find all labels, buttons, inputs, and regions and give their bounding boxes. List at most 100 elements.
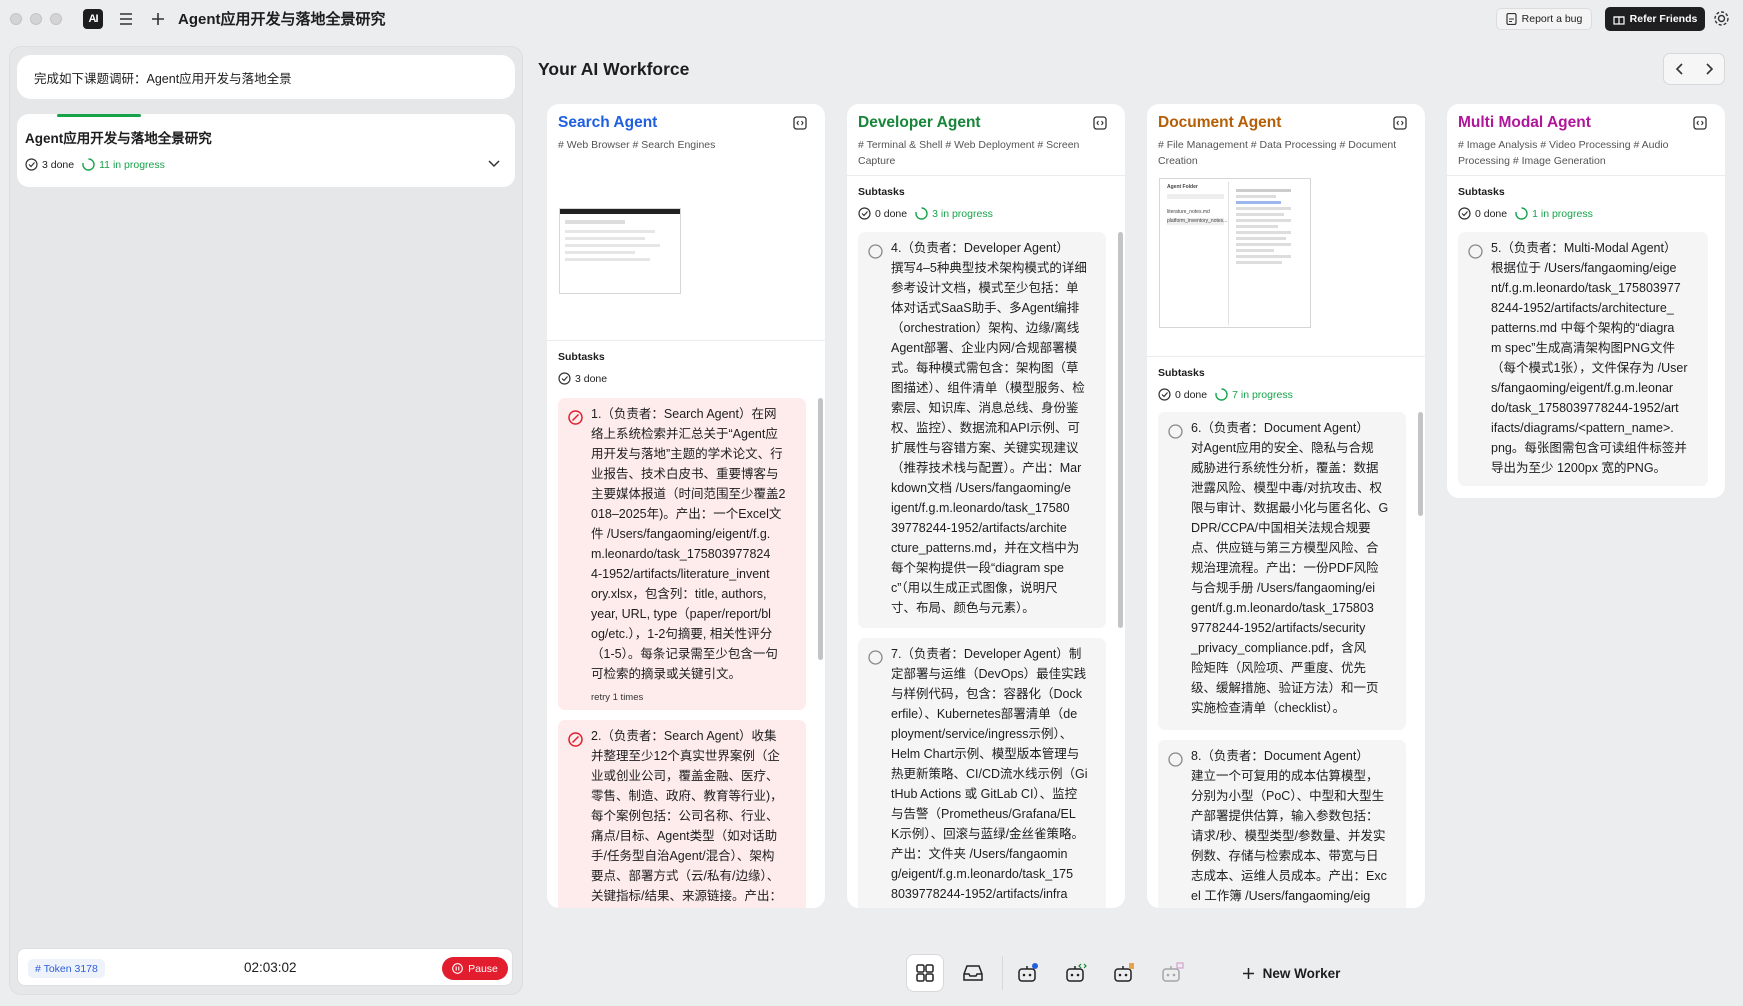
pause-button[interactable]: Pause — [442, 957, 508, 980]
divider — [847, 175, 1125, 176]
task-card[interactable]: 8.（负责者：Document Agent） 建立一个可复用的成本估算模型， 分别为… — [1158, 740, 1406, 908]
text-line: 例数、存储与检索成本、带宽与日 — [1191, 849, 1379, 863]
text-line: 险矩阵（风险项、严重度、优先 — [1191, 661, 1367, 675]
done-check-icon — [1458, 207, 1471, 220]
text-line: tHub Actions 或 GitLab CI）、监控 — [891, 787, 1078, 801]
done-check-icon — [25, 158, 38, 171]
progress-accent — [57, 114, 141, 117]
text-line: 与告警（Prometheus/Grafana/EL — [891, 807, 1076, 821]
task-card[interactable]: 1.（负责者：Search Agent）在网 络上系统检索并汇总关于“Agent应… — [558, 398, 806, 710]
text-line: patterns.md 中每个架构的“diagra — [1491, 321, 1675, 335]
subtasks-label: Subtasks — [858, 186, 905, 198]
workforce-title: Your AI Workforce — [538, 59, 690, 79]
report-bug-button[interactable]: Report a bug — [1496, 8, 1592, 30]
workforce-nav — [1663, 53, 1725, 85]
refer-friends-button[interactable]: Refer Friends — [1605, 7, 1705, 31]
text-line: nt/f.g.m.leonardo/task_175803977 — [1491, 281, 1681, 295]
scrollbar[interactable] — [1118, 232, 1123, 628]
text-line: g/eigent/f.g.m.leonardo/task_175 — [891, 867, 1074, 881]
subtasks-status: 3 done — [558, 372, 607, 385]
developer-agent-dock-button[interactable] — [1057, 954, 1095, 992]
chevron-down-icon[interactable] — [488, 160, 500, 168]
file-preview-thumbnail[interactable]: Agent Folder literature_notes.md platfor… — [1159, 178, 1311, 328]
scrollbar[interactable] — [818, 398, 823, 660]
divider — [1447, 175, 1725, 176]
done-count: 0 done — [875, 207, 908, 220]
agent-name: Document Agent — [1158, 114, 1282, 131]
text-line: 导出为至少 1200px 宽的PNG。 — [1491, 461, 1667, 475]
text-line: Processing # Image Generation — [1458, 155, 1606, 167]
agent-column-developer: Developer Agent # Terminal & Shell # Web… — [847, 104, 1125, 908]
menu-icon[interactable] — [117, 10, 135, 28]
text-line: el 工作簿 /Users/fangaoming/eig — [1191, 889, 1371, 903]
bug-report-icon — [1506, 13, 1517, 25]
subtasks-label: Subtasks — [1458, 186, 1505, 198]
settings-gear-icon[interactable] — [1713, 10, 1730, 27]
subtasks-label: Subtasks — [1158, 367, 1205, 379]
in-progress-count: 11 in progress — [99, 158, 165, 171]
in-progress-spinner-icon — [82, 158, 95, 171]
agent-log-icon[interactable] — [1093, 116, 1107, 130]
failed-status-icon — [568, 732, 583, 747]
chevron-left-icon[interactable] — [1675, 63, 1684, 75]
text-line: 撰写4–5种典型技术架构模式的详细 — [891, 261, 1087, 275]
document-agent-dock-button[interactable] — [1105, 954, 1143, 992]
done-count: 0 done — [1475, 207, 1508, 220]
minimize-window-button[interactable] — [30, 12, 42, 25]
task-card[interactable]: 5.（负责者：Multi-Modal Agent） 根据位于 /Users/fan… — [1458, 232, 1708, 486]
text-line: 建立一个可复用的成本估算模型， — [1191, 769, 1379, 783]
search-agent-dock-button[interactable] — [1009, 954, 1047, 992]
text-line: # Terminal & Shell # Web Deployment # Sc… — [858, 139, 1080, 151]
subtasks-status: 0 done 7 in progress — [1158, 388, 1293, 401]
chevron-right-icon[interactable] — [1705, 63, 1714, 75]
text-line: 1.（负责者：Search Agent）在网 — [591, 407, 777, 421]
project-summary-card[interactable]: Agent应用开发与落地全景研究 3 done 11 in progress — [17, 114, 515, 187]
text-line: c”（用以生成正式图像，说明尺 — [891, 581, 1058, 595]
plus-icon — [1242, 967, 1254, 979]
text-line: 手/任务型自治Agent/混合）、架构 — [591, 849, 775, 863]
close-window-button[interactable] — [10, 12, 22, 25]
task-card[interactable]: 4.（负责者：Developer Agent） 撰写4–5种典型技术架构模式的详细… — [858, 232, 1106, 628]
agent-log-icon[interactable] — [793, 116, 807, 130]
text-line: Creation — [1158, 155, 1198, 167]
new-task-plus-icon[interactable] — [149, 10, 167, 28]
task-card[interactable]: 7.（负责者：Developer Agent）制 定部署与运维（DevOps）最佳… — [858, 638, 1106, 908]
task-text: 2.（负责者：Search Agent）收集 并整理至少12个真实世界案例（企 业或… — [591, 726, 783, 906]
text-line: kdown文档 /Users/fangaoming/e — [891, 481, 1071, 495]
text-line: 威胁进行系统性分析，覆盖：数据 — [1191, 461, 1379, 475]
text-line: 规治理流程。产出：一份PDF风险 — [1191, 561, 1379, 575]
text-line: 018–2025年)。产出：一个Excel文 — [591, 507, 782, 521]
text-line: 权、监控）、数据流和API示例、可 — [891, 421, 1080, 435]
agent-tags: # Terminal & Shell # Web Deployment # Sc… — [858, 137, 1079, 169]
new-worker-button[interactable]: New Worker — [1230, 953, 1352, 993]
text-line: 7.（负责者：Developer Agent）制 — [891, 647, 1082, 661]
text-line: 请求/秒、模型类型/参数量、并发实 — [1191, 829, 1386, 843]
dock-divider — [1002, 956, 1003, 990]
task-card[interactable]: 6.（负责者：Document Agent） 对Agent应用的安全、隐私与合规威… — [1158, 412, 1406, 730]
project-title: Agent应用开发与落地全景研究 — [25, 131, 212, 146]
text-line: 用开发与落地”主题的学术论文、行 — [591, 447, 783, 461]
agent-tags: # Web Browser # Search Engines — [558, 139, 716, 151]
text-line: 点、供应链与第三方模型风险、合 — [1191, 541, 1379, 555]
grid-view-button[interactable] — [906, 954, 944, 992]
inbox-button[interactable] — [954, 954, 992, 992]
pause-icon — [452, 963, 463, 974]
search-agent-robot-icon — [1018, 963, 1038, 982]
zoom-window-button[interactable] — [50, 12, 62, 25]
task-prompt-message: 完成如下课题调研：Agent应用开发与落地全景 — [17, 55, 515, 99]
scrollbar[interactable] — [1418, 412, 1423, 516]
subtasks-status: 0 done 1 in progress — [1458, 207, 1593, 220]
file-item: literature_notes.md — [1167, 209, 1210, 215]
agent-column-multimodal: Multi Modal Agent # Image Analysis # Vid… — [1447, 104, 1725, 498]
agent-log-icon[interactable] — [1693, 116, 1707, 130]
subtasks-label: Subtasks — [558, 351, 605, 363]
task-text: 8.（负责者：Document Agent） 建立一个可复用的成本估算模型， 分别为… — [1191, 746, 1387, 906]
task-card[interactable]: 2.（负责者：Search Agent）收集 并整理至少12个真实世界案例（企 业或… — [558, 720, 806, 908]
text-line: year, URL, type（paper/report/bl — [591, 607, 771, 621]
text-line: 要点、部署方式（云/私有/边缘）、 — [591, 869, 780, 883]
text-line: 络上系统检索并汇总关于“Agent应 — [591, 427, 778, 441]
browser-screenshot-thumbnail[interactable] — [559, 208, 681, 294]
multimodal-agent-dock-button[interactable] — [1153, 954, 1191, 992]
agent-log-icon[interactable] — [1393, 116, 1407, 130]
text-line: m.leonardo/task_175803977824 — [591, 547, 771, 561]
